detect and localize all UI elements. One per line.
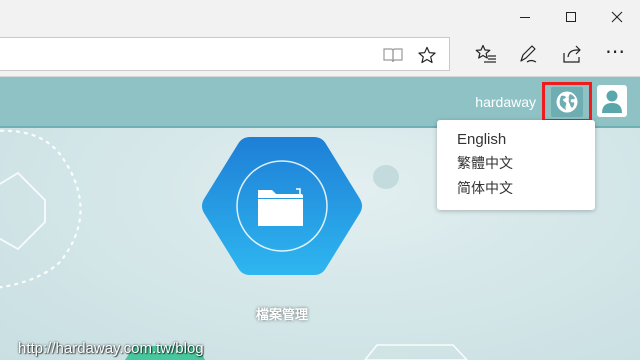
minimize-icon <box>520 17 530 18</box>
reading-view-icon <box>383 48 403 63</box>
username-label: hardaway <box>475 94 536 110</box>
add-favorite-button[interactable] <box>410 38 444 72</box>
watermark-text: http://hardaway.com.tw/blog <box>18 340 204 357</box>
user-button[interactable] <box>597 85 627 117</box>
app-label-file-manager: 檔案管理 <box>255 308 308 323</box>
close-button[interactable] <box>594 0 640 34</box>
more-icon: ⋯ <box>605 39 627 63</box>
favorites-hub-icon <box>475 44 496 63</box>
address-bar[interactable] <box>0 37 450 71</box>
favorite-star-icon <box>418 46 436 64</box>
more-button[interactable]: ⋯ <box>598 37 634 71</box>
language-button[interactable] <box>542 82 592 122</box>
web-note-icon <box>520 45 537 63</box>
favorites-hub-button[interactable] <box>468 37 504 71</box>
file-manager-app-tile[interactable] <box>198 133 366 279</box>
maximize-button[interactable] <box>548 0 594 34</box>
page-content: hardaway English 繁體中文 简体中文 檔案管理 http://h… <box>0 77 640 360</box>
browser-titlebar <box>0 0 640 34</box>
web-note-button[interactable] <box>510 37 546 71</box>
folder-icon <box>258 188 303 226</box>
minimize-button[interactable] <box>502 0 548 34</box>
language-option-english[interactable]: English <box>437 127 595 152</box>
globe-icon <box>556 91 578 113</box>
language-option-simplified-chinese[interactable]: 简体中文 <box>437 177 595 202</box>
maximize-icon <box>566 12 576 22</box>
language-menu: English 繁體中文 简体中文 <box>437 120 595 210</box>
close-icon <box>611 11 623 23</box>
language-option-traditional-chinese[interactable]: 繁體中文 <box>437 152 595 177</box>
reading-view-button[interactable] <box>376 38 410 72</box>
share-button[interactable] <box>554 37 590 71</box>
share-icon <box>563 45 581 63</box>
user-icon <box>602 90 622 113</box>
